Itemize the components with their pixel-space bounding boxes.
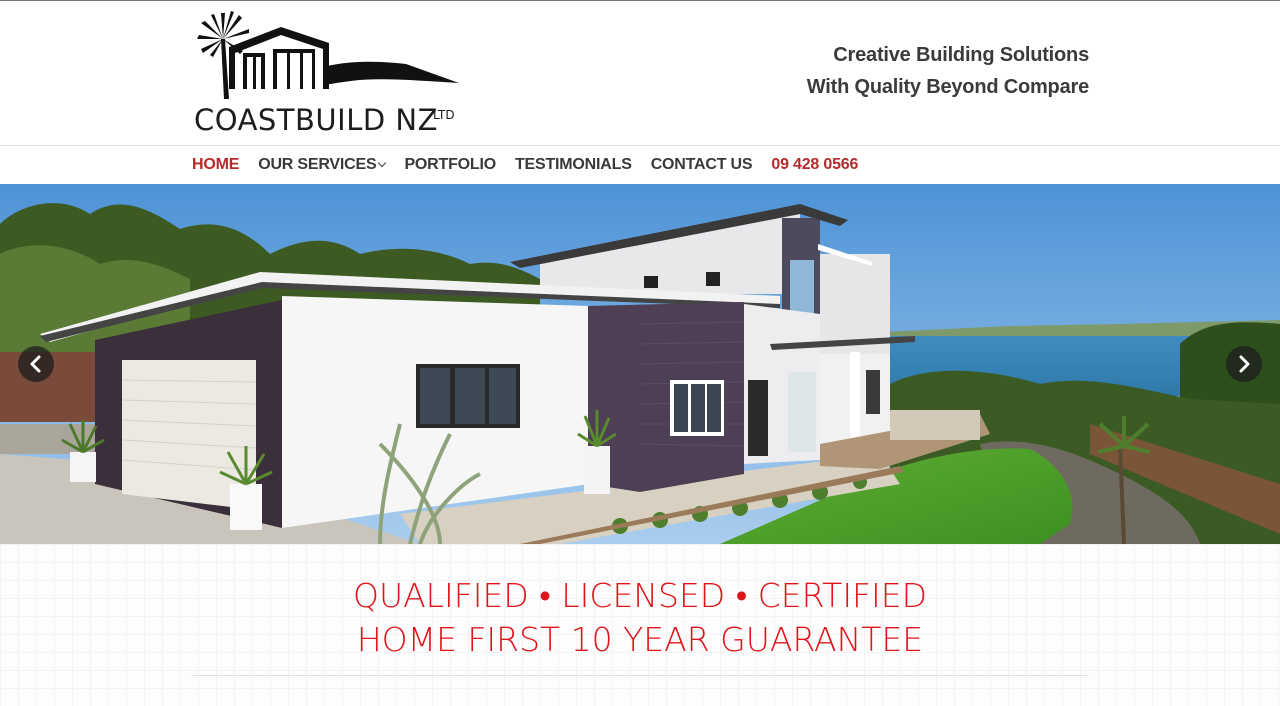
nav-contact-us[interactable]: CONTACT US <box>651 156 753 174</box>
nav-our-services-label: OUR SERVICES <box>258 156 377 173</box>
chevron-right-icon <box>1239 355 1250 373</box>
tagline-line-2: With Quality Beyond Compare <box>806 76 1089 98</box>
slider-next-button[interactable] <box>1226 346 1262 382</box>
tagline: Creative Building Solutions With Quality… <box>807 39 1089 103</box>
nav-portfolio[interactable]: PORTFOLIO <box>404 156 496 174</box>
qualifications-line-2: HOME FIRST 10 YEAR GUARANTEE <box>356 620 924 659</box>
qualifications-text: QUALIFIED • LICENSED • CERTIFIED HOME FI… <box>0 574 1280 662</box>
nav-our-services[interactable]: OUR SERVICES <box>258 156 387 174</box>
brand-name: COASTBUILD NZ <box>194 103 438 137</box>
chevron-left-icon <box>30 355 41 373</box>
hero-house-image <box>0 184 1280 544</box>
section-divider <box>191 675 1089 676</box>
site-header: COASTBUILD NZ LTD Creative Building Solu… <box>0 1 1280 146</box>
site-logo[interactable]: COASTBUILD NZ LTD <box>191 9 461 137</box>
main-nav: HOME OUR SERVICES PORTFOLIO TESTIMONIALS… <box>0 146 1280 184</box>
nav-home[interactable]: HOME <box>192 156 239 174</box>
tagline-line-1: Creative Building Solutions <box>833 44 1089 66</box>
slider-prev-button[interactable] <box>18 346 54 382</box>
nav-phone[interactable]: 09 428 0566 <box>771 156 858 174</box>
brand-suffix: LTD <box>433 108 455 122</box>
qualifications-section: QUALIFIED • LICENSED • CERTIFIED HOME FI… <box>0 544 1280 706</box>
nav-testimonials[interactable]: TESTIMONIALS <box>515 156 632 174</box>
hero-slider <box>0 184 1280 544</box>
qualifications-line-1: QUALIFIED • LICENSED • CERTIFIED <box>352 576 928 615</box>
logo-house-palm-icon <box>197 11 459 99</box>
chevron-down-icon <box>378 158 387 168</box>
